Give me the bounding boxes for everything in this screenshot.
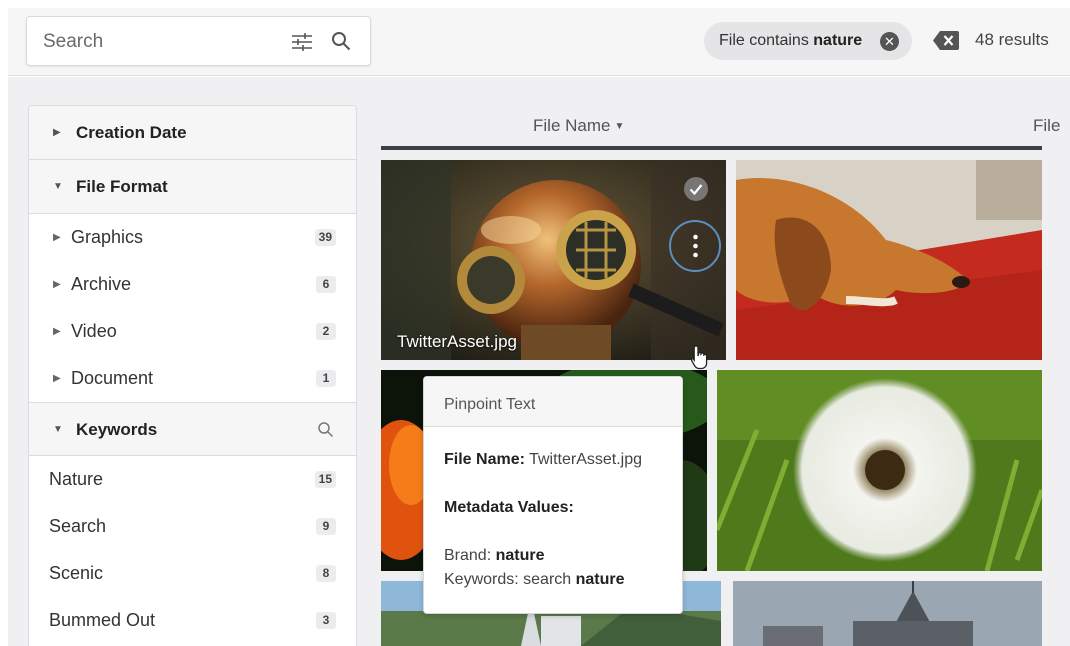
facet-sidebar: ▶ Creation Date ▼ File Format ▶ Graphics… — [28, 105, 357, 646]
section-creation-date[interactable]: ▶ Creation Date — [29, 106, 356, 160]
count-badge: 15 — [314, 471, 336, 488]
tooltip-file-label: File Name: — [444, 451, 525, 468]
tooltip-keywords-label: Keywords: search — [444, 571, 572, 588]
filter-chip-term: nature — [813, 32, 863, 49]
section-title: File Format — [76, 177, 168, 196]
filter-chip-prefix: File contains — [719, 32, 809, 49]
facet-item-document[interactable]: ▶ Document 1 — [29, 355, 356, 402]
count-badge: 1 — [316, 370, 336, 387]
facet-label: Nature — [49, 469, 104, 489]
tooltip-file-value: TwitterAsset.jpg — [529, 451, 643, 468]
backspace-icon[interactable] — [933, 31, 959, 50]
search-icon[interactable] — [317, 421, 334, 438]
search-box[interactable] — [26, 16, 371, 66]
section-title: Creation Date — [76, 123, 187, 142]
search-input[interactable] — [43, 29, 273, 55]
count-badge: 3 — [316, 612, 336, 629]
section-title: Keywords — [76, 420, 158, 439]
tooltip-file-name: File Name: TwitterAsset.jpg — [444, 451, 662, 469]
caret-right-icon: ▶ — [53, 279, 61, 290]
top-bar: File contains nature ✕ 48 results — [8, 8, 1070, 76]
dandelion-image — [717, 370, 1042, 571]
keyword-item-nature[interactable]: Nature 15 — [29, 456, 356, 503]
caret-down-icon: ▼ — [53, 424, 63, 435]
filter-sliders-icon[interactable] — [291, 32, 313, 52]
facet-label: Search — [49, 516, 107, 536]
asset-name: TwitterAsset.jpg — [397, 332, 517, 351]
tooltip-brand-label: Brand: — [444, 547, 492, 564]
column-file-name[interactable]: File Name ▼ — [533, 116, 624, 136]
column-label: File Name — [533, 116, 611, 135]
caret-down-icon: ▼ — [614, 121, 625, 133]
facet-label: Video — [71, 321, 117, 341]
tooltip-brand: Brand: nature — [444, 547, 662, 565]
facet-label: Archive — [71, 274, 132, 294]
check-circle-icon[interactable] — [684, 177, 708, 201]
count-badge: 9 — [316, 518, 336, 535]
sleeping-dog-image — [736, 160, 1042, 360]
facet-label: Graphics — [71, 227, 144, 247]
tooltip-title: Pinpoint Text — [424, 377, 682, 427]
tooltip-brand-value: nature — [495, 547, 545, 564]
keyword-item-scenic[interactable]: Scenic 8 — [29, 550, 356, 597]
results-count: 48 results — [975, 30, 1049, 49]
count-badge: 39 — [314, 229, 336, 246]
more-options-button[interactable] — [669, 220, 721, 272]
column-file[interactable]: File — [1033, 116, 1060, 136]
asset-thumbnail-dandelion[interactable] — [717, 370, 1042, 571]
hand-pointer-icon — [690, 345, 708, 370]
cathedral-image — [733, 581, 1042, 646]
header-divider — [381, 146, 1042, 150]
count-badge: 6 — [316, 276, 336, 293]
asset-thumbnail-dog[interactable] — [736, 160, 1042, 360]
x-circle-icon[interactable]: ✕ — [880, 32, 899, 51]
search-icon[interactable] — [331, 31, 351, 51]
facet-item-video[interactable]: ▶ Video 2 — [29, 308, 356, 355]
caret-down-icon: ▼ — [53, 181, 63, 192]
tooltip-keywords: Keywords: search nature — [444, 571, 662, 589]
tooltip-keywords-value: nature — [575, 571, 625, 588]
facet-item-archive[interactable]: ▶ Archive 6 — [29, 261, 356, 308]
facet-item-graphics[interactable]: ▶ Graphics 39 — [29, 214, 356, 261]
count-badge: 2 — [316, 323, 336, 340]
pinpoint-tooltip: Pinpoint Text File Name: TwitterAsset.jp… — [423, 376, 683, 614]
tooltip-metadata-title: Metadata Values: — [444, 499, 574, 516]
section-keywords[interactable]: ▼ Keywords — [29, 402, 356, 456]
caret-right-icon: ▶ — [53, 326, 61, 337]
tooltip-body: File Name: TwitterAsset.jpg Metadata Val… — [424, 427, 682, 589]
more-vertical-icon — [693, 234, 698, 258]
caret-right-icon: ▶ — [53, 232, 61, 243]
column-header: File Name ▼ File — [381, 106, 1070, 146]
asset-thumbnail-cathedral[interactable] — [733, 581, 1042, 646]
count-badge: 8 — [316, 565, 336, 582]
caret-right-icon: ▶ — [53, 127, 61, 138]
caret-right-icon: ▶ — [53, 373, 61, 384]
section-file-format[interactable]: ▼ File Format — [29, 160, 356, 214]
filter-chip: File contains nature ✕ — [704, 22, 912, 60]
facet-label: Scenic — [49, 563, 104, 583]
facet-label: Bummed Out — [49, 610, 156, 630]
keyword-item-search[interactable]: Search 9 — [29, 503, 356, 550]
keyword-item-bummed-out[interactable]: Bummed Out 3 — [29, 597, 356, 644]
facet-label: Document — [71, 368, 154, 388]
asset-thumbnail-diving-helmet[interactable]: TwitterAsset.jpg — [381, 160, 726, 360]
